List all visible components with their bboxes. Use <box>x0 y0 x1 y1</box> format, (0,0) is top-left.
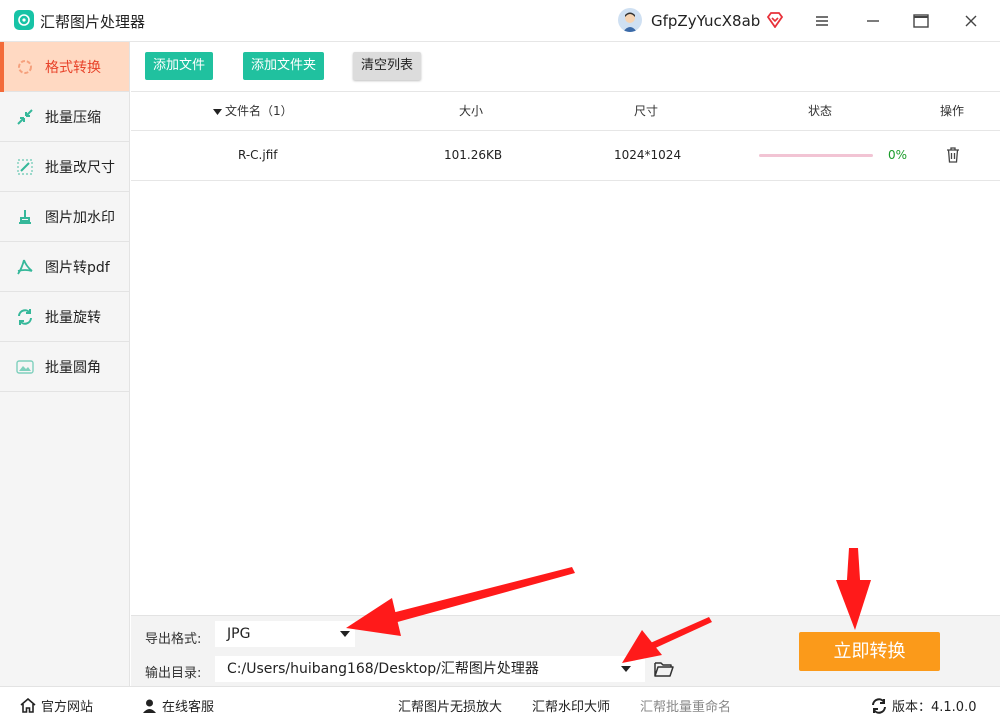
pdf-icon <box>15 257 35 277</box>
format-convert-icon <box>15 57 35 77</box>
close-icon[interactable] <box>958 8 984 34</box>
version-info[interactable]: 版本：4.1.0.0 <box>871 696 976 715</box>
footer-link-watermark[interactable]: 汇帮水印大师 <box>532 696 610 715</box>
output-dir-select[interactable]: C:/Users/huibang168/Desktop/汇帮图片处理器 <box>215 656 645 682</box>
avatar[interactable] <box>618 8 642 32</box>
sidebar-item-label: 批量旋转 <box>45 309 101 326</box>
sidebar-item-label: 批量改尺寸 <box>45 159 115 176</box>
column-header-size: 大小 <box>459 104 484 118</box>
sidebar-item-label: 图片加水印 <box>45 209 115 226</box>
maximize-icon[interactable] <box>908 8 934 34</box>
format-label: 导出格式: <box>145 632 202 647</box>
column-header-name[interactable]: 文件名（1） <box>213 92 293 130</box>
menu-icon[interactable] <box>809 8 835 34</box>
sidebar-item-resize[interactable]: 批量改尺寸 <box>0 142 129 192</box>
chevron-down-icon <box>621 666 631 672</box>
home-icon <box>20 698 36 713</box>
sidebar: 格式转换 批量压缩 批量改尺寸 图片加水印 图片转pdf 批量旋转 批量圆角 <box>0 42 130 686</box>
watermark-icon <box>15 207 35 227</box>
sidebar-item-compress[interactable]: 批量压缩 <box>0 92 129 142</box>
table-header: 文件名（1） 大小 尺寸 状态 操作 <box>131 92 1000 131</box>
output-settings: 导出格式: JPG 输出目录: C:/Users/huibang168/Desk… <box>131 615 1000 686</box>
official-website-label: 官方网站 <box>41 700 94 715</box>
sidebar-item-label: 批量压缩 <box>45 109 101 126</box>
sidebar-item-rounded-corner[interactable]: 批量圆角 <box>0 342 129 392</box>
footer-link-rename[interactable]: 汇帮批量重命名 <box>640 696 731 715</box>
sidebar-item-format-convert[interactable]: 格式转换 <box>0 42 129 92</box>
title-bar: 汇帮图片处理器 GfpZyYucX8ab <box>0 0 1000 42</box>
app-title: 汇帮图片处理器 <box>40 13 146 31</box>
sidebar-item-label: 批量圆角 <box>45 359 101 376</box>
chevron-down-icon <box>340 631 350 637</box>
convert-now-button[interactable]: 立即转换 <box>799 632 940 671</box>
resize-icon <box>15 157 35 177</box>
file-name: R-C.jfif <box>238 148 278 162</box>
rounded-corner-icon <box>15 357 35 377</box>
format-select[interactable]: JPG <box>215 621 355 647</box>
sidebar-item-label: 图片转pdf <box>45 259 110 276</box>
rotate-icon <box>15 307 35 327</box>
folder-icon[interactable] <box>654 661 674 681</box>
progress-bar <box>759 154 873 157</box>
toolbar: 添加文件 添加文件夹 清空列表 <box>131 42 1000 92</box>
file-dimension: 1024*1024 <box>614 148 682 162</box>
column-header-action: 操作 <box>940 104 965 118</box>
sidebar-item-watermark[interactable]: 图片加水印 <box>0 192 129 242</box>
compress-icon <box>15 107 35 127</box>
online-service-link[interactable]: 在线客服 <box>142 696 214 715</box>
add-file-button[interactable]: 添加文件 <box>145 52 214 80</box>
app-logo-icon <box>14 10 34 30</box>
sidebar-item-pdf[interactable]: 图片转pdf <box>0 242 129 292</box>
delete-icon[interactable] <box>946 147 960 166</box>
file-size: 101.26KB <box>444 148 503 162</box>
output-dir-value: C:/Users/huibang168/Desktop/汇帮图片处理器 <box>227 661 539 677</box>
output-dir-label: 输出目录: <box>145 666 202 681</box>
official-website-link[interactable]: 官方网站 <box>20 696 93 715</box>
clear-list-button[interactable]: 清空列表 <box>353 52 422 80</box>
vip-diamond-icon[interactable] <box>766 12 784 29</box>
format-value: JPG <box>227 626 251 642</box>
sidebar-item-rotate[interactable]: 批量旋转 <box>0 292 129 342</box>
footer: 官方网站 在线客服 汇帮图片无损放大 汇帮水印大师 汇帮批量重命名 版本：4.1… <box>0 686 1000 720</box>
online-service-label: 在线客服 <box>162 700 215 715</box>
add-folder-button[interactable]: 添加文件夹 <box>243 52 325 80</box>
column-header-dimension: 尺寸 <box>634 104 659 118</box>
customer-service-icon <box>143 699 156 713</box>
refresh-icon <box>872 697 886 714</box>
minimize-icon[interactable] <box>860 8 886 34</box>
column-header-status: 状态 <box>808 104 833 118</box>
sidebar-item-label: 格式转换 <box>45 59 101 76</box>
progress-text: 0% <box>888 148 908 162</box>
version-label: 版本：4.1.0.0 <box>892 700 977 715</box>
column-header-name-label: 文件名（1） <box>225 104 293 118</box>
table-row[interactable]: R-C.jfif 101.26KB 1024*1024 0% <box>131 131 1000 181</box>
username[interactable]: GfpZyYucX8ab <box>651 12 760 30</box>
footer-link-upscale[interactable]: 汇帮图片无损放大 <box>398 696 502 715</box>
